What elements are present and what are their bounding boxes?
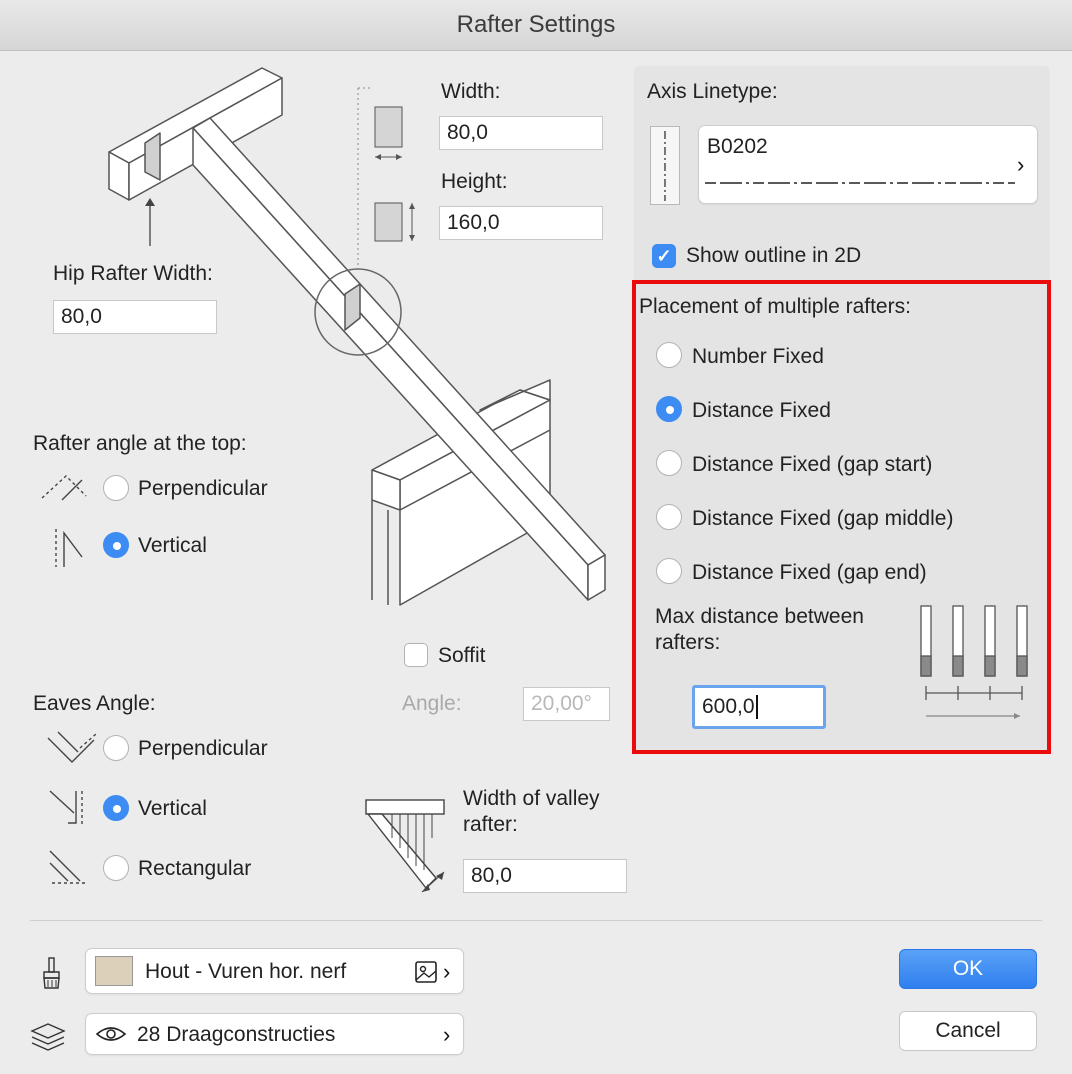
chevron-right-icon: › xyxy=(443,959,451,984)
separator xyxy=(30,920,1042,921)
image-icon xyxy=(415,961,437,983)
height-field[interactable]: 160,0 xyxy=(439,206,603,240)
valley-width-label-line1: Width of valley xyxy=(463,787,600,810)
height-label: Height: xyxy=(441,170,508,193)
eaves-vertical-icon xyxy=(49,790,83,827)
ok-button[interactable]: OK xyxy=(899,949,1037,989)
vertical-top-icon xyxy=(55,529,83,567)
material-name: Hout - Vuren hor. nerf xyxy=(145,960,347,983)
max-distance-label-line1: Max distance between xyxy=(655,605,864,628)
soffit-label: Soffit xyxy=(438,644,486,667)
placement-label: Placement of multiple rafters: xyxy=(639,295,911,318)
show-outline-label: Show outline in 2D xyxy=(686,244,862,267)
axis-linetype-icon xyxy=(650,126,680,205)
placement-distance-fixed-label: Distance Fixed xyxy=(692,399,831,422)
placement-distance-fixed-radio[interactable] xyxy=(656,396,682,422)
eye-icon xyxy=(95,1027,127,1041)
eaves-vertical-radio[interactable] xyxy=(103,795,129,821)
soffit-checkbox[interactable] xyxy=(404,643,428,667)
chevron-right-icon: › xyxy=(1017,152,1025,177)
layers-icon xyxy=(30,1023,66,1051)
material-swatch xyxy=(95,956,133,986)
placement-number-fixed-label: Number Fixed xyxy=(692,345,824,368)
linetype-name: B0202 xyxy=(707,135,768,158)
rafter-angle-vertical-radio[interactable] xyxy=(103,532,129,558)
chevron-right-icon: › xyxy=(443,1022,451,1047)
window-title: Rafter Settings xyxy=(456,11,616,38)
placement-number-fixed-radio[interactable] xyxy=(656,342,682,368)
eaves-perpendicular-label: Perpendicular xyxy=(138,737,268,760)
angle-label: Angle: xyxy=(402,692,462,715)
placement-gap-start-label: Distance Fixed (gap start) xyxy=(692,453,933,476)
eaves-perpendicular-icon xyxy=(47,731,97,763)
valley-width-field[interactable]: 80,0 xyxy=(463,859,627,893)
width-field[interactable]: 80,0 xyxy=(439,116,603,150)
valley-width-label-line2: rafter: xyxy=(463,813,518,836)
eaves-perpendicular-radio[interactable] xyxy=(103,735,129,761)
rafter-angle-perpendicular-radio[interactable] xyxy=(103,475,129,501)
material-popup[interactable]: Hout - Vuren hor. nerf › xyxy=(85,948,464,994)
placement-gap-start-radio[interactable] xyxy=(656,450,682,476)
axis-linetype-label: Axis Linetype: xyxy=(647,80,778,103)
eaves-rectangular-label: Rectangular xyxy=(138,857,252,880)
max-distance-label-line2: rafters: xyxy=(655,631,721,654)
paintbrush-icon xyxy=(43,957,60,989)
valley-rafter-icon xyxy=(365,799,445,893)
eaves-vertical-label: Vertical xyxy=(138,797,207,820)
rafter-spacing-icon xyxy=(920,605,1028,719)
eaves-rectangular-icon xyxy=(49,850,86,884)
eaves-rectangular-radio[interactable] xyxy=(103,855,129,881)
rafter-angle-perpendicular-label: Perpendicular xyxy=(138,477,268,500)
max-distance-field[interactable]: 600,0 xyxy=(692,685,826,729)
soffit-angle-field[interactable]: 20,00° xyxy=(523,687,610,721)
placement-gap-middle-label: Distance Fixed (gap middle) xyxy=(692,507,954,530)
placement-gap-middle-radio[interactable] xyxy=(656,504,682,530)
show-outline-checkbox[interactable]: ✓ xyxy=(652,244,676,268)
eaves-angle-label: Eaves Angle: xyxy=(33,692,156,715)
cancel-button[interactable]: Cancel xyxy=(899,1011,1037,1051)
placement-gap-end-radio[interactable] xyxy=(656,558,682,584)
hip-rafter-width-field[interactable]: 80,0 xyxy=(53,300,217,334)
linetype-popup[interactable]: B0202 › xyxy=(698,125,1038,204)
linetype-preview xyxy=(705,182,1015,184)
width-label: Width: xyxy=(441,80,501,103)
title-bar: Rafter Settings xyxy=(0,0,1072,51)
rafter-angle-label: Rafter angle at the top: xyxy=(33,432,247,455)
layer-popup[interactable]: 28 Draagconstructies › xyxy=(85,1013,464,1055)
rafter-angle-vertical-label: Vertical xyxy=(138,534,207,557)
placement-gap-end-label: Distance Fixed (gap end) xyxy=(692,561,927,584)
hip-rafter-width-label: Hip Rafter Width: xyxy=(53,262,213,285)
perpendicular-top-icon xyxy=(41,475,87,501)
layer-name: 28 Draagconstructies xyxy=(137,1023,336,1046)
